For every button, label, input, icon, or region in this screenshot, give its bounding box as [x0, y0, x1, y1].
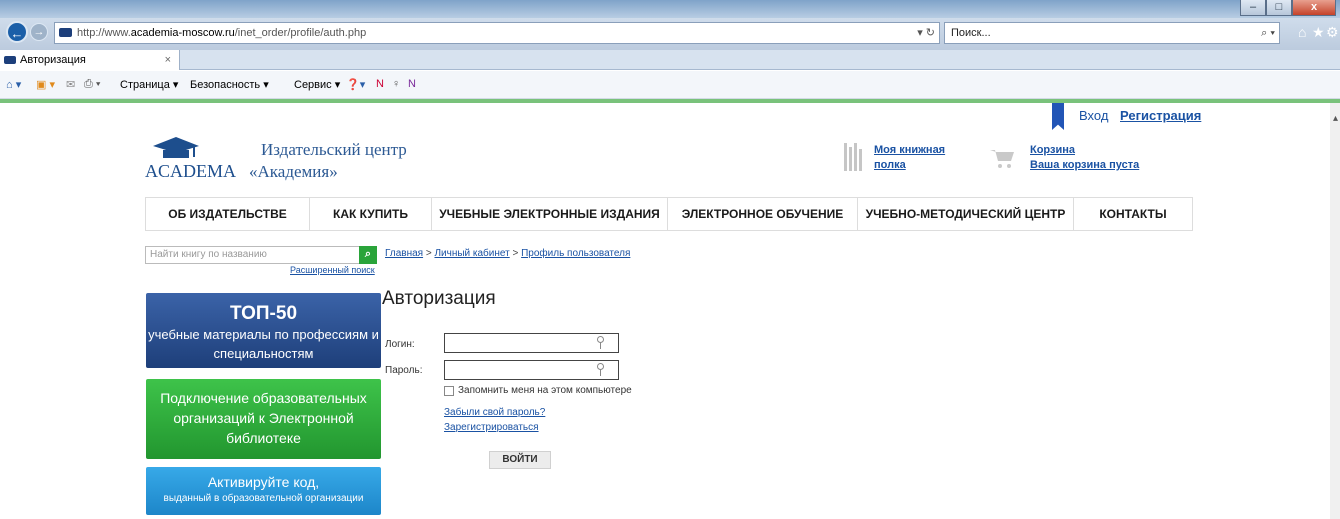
advanced-search-link[interactable]: Расширенный поиск [290, 265, 375, 275]
research-icon[interactable]: ♀ [392, 78, 400, 90]
remember-checkbox[interactable] [444, 386, 454, 396]
refresh-icon[interactable]: ▾ ↻ [917, 23, 935, 43]
my-shelf-link[interactable]: Моя книжная полка [874, 143, 954, 173]
close-window-button[interactable]: x [1292, 0, 1336, 16]
settings-gear-icon[interactable]: ⚙ [1326, 24, 1339, 41]
bookshelf-icon [844, 143, 864, 171]
connect-library-text: Подключение образовательных организаций … [160, 390, 367, 446]
register-form-link[interactable]: Зарегистрироваться [444, 422, 539, 433]
forgot-password-link[interactable]: Забыли свой пароль? [444, 407, 545, 418]
cart-link[interactable]: Корзина Ваша корзина пуста [1030, 143, 1139, 173]
top-50-banner[interactable]: ТОП-50 учебные материалы по профессиям и… [146, 293, 381, 368]
graduation-cap-icon [153, 137, 199, 158]
page-title: Авторизация [382, 288, 496, 309]
book-search-button[interactable]: ⌕ [359, 246, 377, 264]
login-field[interactable] [444, 333, 619, 353]
top-50-title: ТОП-50 [229, 303, 298, 324]
site-favicon-icon [59, 28, 72, 37]
tab-favicon-icon [4, 56, 16, 64]
menu-item-contacts[interactable]: КОНТАКТЫ [1074, 198, 1192, 230]
register-link[interactable]: Регистрация [1120, 108, 1201, 123]
close-tab-icon[interactable]: × [165, 50, 171, 70]
maximize-button[interactable]: □ [1266, 0, 1292, 16]
browser-search-placeholder: Поиск... [951, 27, 991, 39]
key-icon [597, 336, 604, 349]
book-search-placeholder: Найти книгу по названию [150, 249, 267, 260]
menu-item-about[interactable]: ОБ ИЗДАТЕЛЬСТВЕ [146, 198, 310, 230]
url-domain: academia-moscow.ru [130, 27, 235, 39]
forward-button[interactable]: → [30, 23, 48, 41]
login-link[interactable]: Вход [1079, 108, 1108, 123]
breadcrumb-home[interactable]: Главная [385, 248, 423, 259]
key-icon [597, 363, 604, 376]
page-scrollbar[interactable]: ▴ [1330, 103, 1340, 519]
home-cmd-icon[interactable]: ⌂ ▾ [6, 78, 21, 91]
book-search-input[interactable]: Найти книгу по названию [145, 246, 377, 264]
home-icon[interactable]: ⌂ [1298, 24, 1306, 40]
logo-name-line-2: «Академия» [249, 162, 338, 181]
breadcrumb: Главная > Личный кабинет > Профиль польз… [385, 248, 631, 259]
breadcrumb-profile[interactable]: Профиль пользователя [521, 248, 630, 259]
onenote-send-icon[interactable]: N [408, 78, 416, 90]
help-icon[interactable]: ❓▾ [346, 78, 365, 91]
service-menu[interactable]: Сервис ▾ [294, 78, 340, 91]
browser-search-field[interactable]: Поиск... ⌕ ▾ [944, 22, 1280, 44]
back-button[interactable]: ← [6, 21, 28, 43]
top-50-subtitle: учебные материалы по профессиям и специа… [148, 327, 379, 361]
login-label: Логин: [385, 339, 415, 350]
page-menu[interactable]: Страница ▾ [120, 78, 178, 91]
mail-icon[interactable]: ✉ [66, 78, 75, 91]
feeds-icon[interactable]: ▣ ▾ [36, 78, 55, 91]
scroll-up-icon[interactable]: ▴ [1333, 113, 1338, 124]
main-menu: ОБ ИЗДАТЕЛЬСТВЕ КАК КУПИТЬ УЧЕБНЫЕ ЭЛЕКТ… [145, 197, 1193, 231]
tab-title: Авторизация [20, 54, 86, 66]
cart-status: Ваша корзина пуста [1030, 159, 1140, 171]
password-field[interactable] [444, 360, 619, 380]
menu-item-methodical-center[interactable]: УЧЕБНО-МЕТОДИЧЕСКИЙ ЦЕНТР [858, 198, 1074, 230]
web-page: Вход Регистрация ACADEMA Издательский це… [0, 103, 1340, 519]
remember-label: Запомнить меня на этом компьютере [458, 385, 632, 396]
address-bar-row: ← → http://www.academia-moscow.ru/inet_o… [0, 18, 1340, 50]
command-bar: ⌂ ▾ ▣ ▾ ✉ ⎙ ▾ Страница ▾ Безопасность ▾ … [0, 71, 1340, 99]
menu-item-e-learning[interactable]: ЭЛЕКТРОННОЕ ОБУЧЕНИЕ [668, 198, 858, 230]
connect-library-banner[interactable]: Подключение образовательных организаций … [146, 379, 381, 459]
tab-strip: Авторизация × [0, 50, 1340, 70]
minimize-button[interactable]: – [1240, 0, 1266, 16]
menu-item-e-editions[interactable]: УЧЕБНЫЕ ЭЛЕКТРОННЫЕ ИЗДАНИЯ [432, 198, 668, 230]
menu-item-how-to-buy[interactable]: КАК КУПИТЬ [310, 198, 432, 230]
tab-authorization[interactable]: Авторизация × [0, 50, 180, 70]
logo-word: ACADEMA [145, 161, 237, 181]
search-icon: ⌕ [364, 248, 372, 260]
url-prefix: http://www. [77, 27, 131, 39]
login-submit-button[interactable]: ВОЙТИ [489, 451, 551, 469]
search-icon[interactable]: ⌕ ▾ [1261, 23, 1275, 43]
bookmark-icon [1052, 103, 1064, 130]
onenote-icon[interactable]: N [376, 78, 384, 90]
breadcrumb-cabinet[interactable]: Личный кабинет [434, 248, 509, 259]
window-titlebar: – □ x [0, 0, 1340, 18]
url-path: /inet_order/profile/auth.php [234, 27, 367, 39]
window-controls: – □ x [1240, 0, 1336, 16]
cart-icon [990, 150, 1014, 168]
cart-title: Корзина [1030, 144, 1075, 156]
activate-code-title: Активируйте код, [207, 474, 320, 490]
print-icon[interactable]: ⎙ ▾ [84, 78, 100, 91]
password-label: Пароль: [385, 365, 423, 376]
favorites-star-icon[interactable]: ★ [1312, 24, 1325, 41]
activate-code-subtitle: выданный в образовательной организации [163, 493, 364, 504]
logo-name-line-1: Издательский центр [261, 140, 407, 159]
security-menu[interactable]: Безопасность ▾ [190, 78, 269, 91]
activate-code-banner[interactable]: Активируйте код, выданный в образователь… [146, 467, 381, 515]
address-field[interactable]: http://www.academia-moscow.ru/inet_order… [54, 22, 940, 44]
